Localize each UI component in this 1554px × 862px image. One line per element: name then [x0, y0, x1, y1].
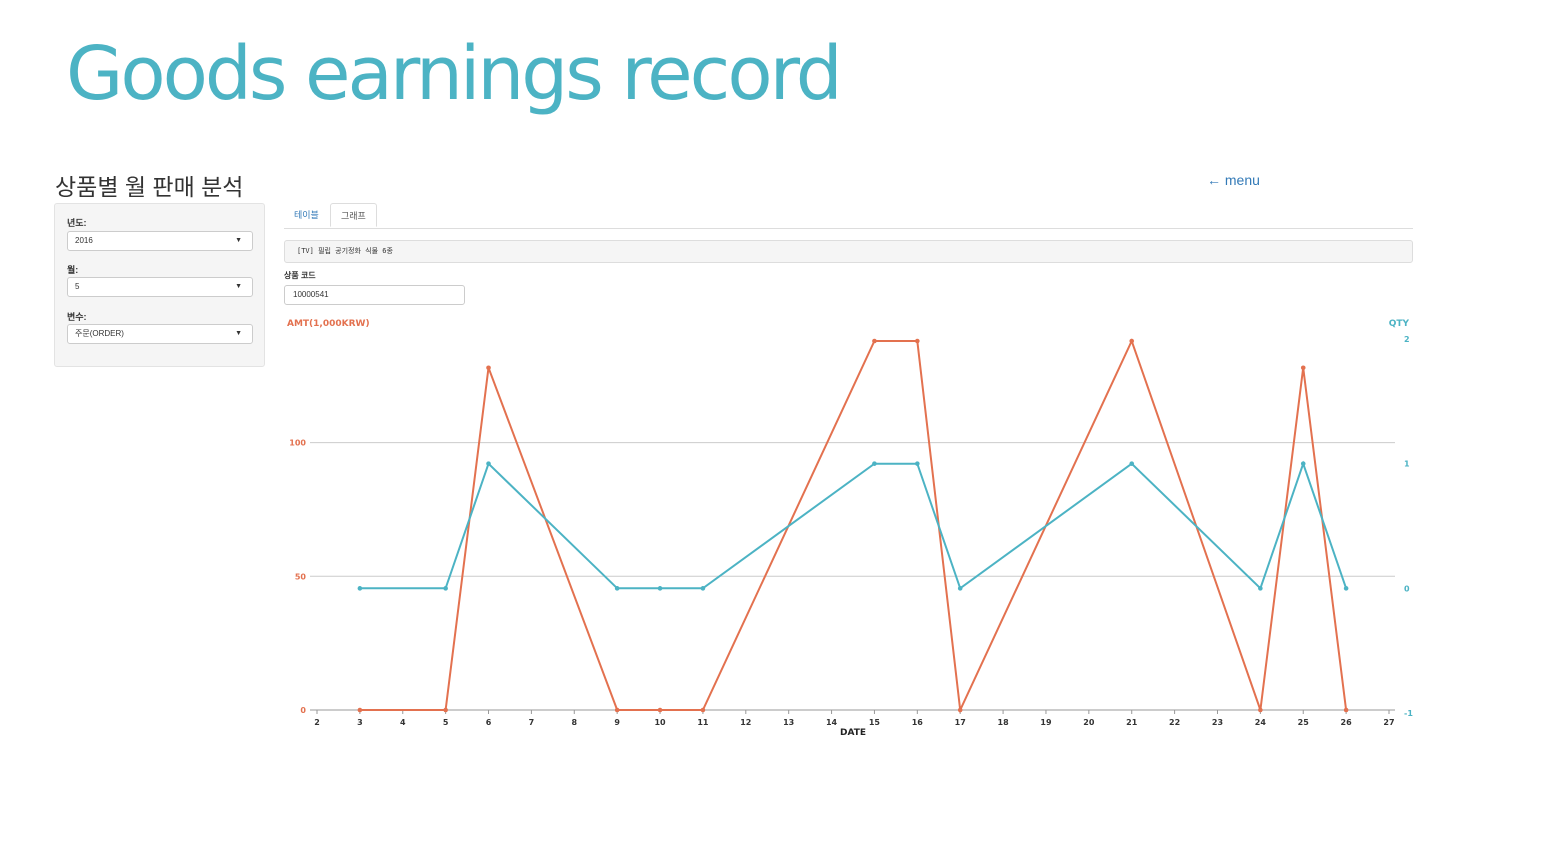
amt-series-line [359, 338, 1348, 714]
menu-link[interactable]: ← menu [1207, 172, 1260, 188]
qty-point [957, 586, 963, 591]
x-tick-label: 11 [697, 718, 709, 727]
tab-table[interactable]: 테이블 [284, 203, 329, 227]
year-label: 년도: [67, 218, 87, 228]
amt-point [357, 707, 363, 713]
x-tick-label: 6 [486, 718, 492, 727]
x-tick-label: 27 [1383, 718, 1394, 727]
y-right-tick-label: 0 [1404, 584, 1410, 593]
x-tick-label: 3 [357, 718, 363, 727]
qty-point [700, 586, 706, 591]
slide-title: Goods earnings record [66, 31, 843, 117]
x-tick-label: 22 [1169, 718, 1180, 727]
y-left-tick-label: 0 [300, 706, 306, 715]
tab-bar: 테이블 그래프 [284, 203, 1413, 229]
product-code-label: 상품 코드 [284, 271, 316, 280]
amt-point [614, 707, 620, 713]
y-left-axis-title: AMT(1,000KRW) [287, 319, 370, 329]
x-tick-label: 21 [1126, 718, 1138, 727]
variable-select[interactable]: 주문(ORDER) ▼ [67, 324, 253, 344]
x-tick-label: 10 [654, 718, 666, 727]
sidebar-panel: 년도: 2016 ▼ 월: 5 ▼ 변수: 주문(ORDER) ▼ [54, 203, 265, 367]
amt-point [1258, 707, 1263, 713]
x-tick-label: 12 [740, 718, 751, 727]
qty-point [1300, 461, 1306, 466]
amt-point [957, 707, 963, 713]
x-tick-label: 15 [869, 718, 881, 727]
qty-point [486, 461, 491, 466]
month-label: 월: [67, 265, 79, 275]
x-tick-label: 24 [1255, 718, 1267, 727]
x-tick-label: 19 [1040, 718, 1052, 727]
amt-point [872, 338, 877, 344]
x-tick-label: 26 [1341, 718, 1353, 727]
variable-select-value: 주문(ORDER) [75, 329, 124, 338]
y-left-tick-label: 50 [295, 572, 307, 581]
qty-point [1343, 586, 1349, 591]
y-right-tick-label: -1 [1404, 709, 1413, 718]
amt-point [1300, 365, 1306, 371]
qty-point [1258, 586, 1263, 591]
y-right-tick-label: 1 [1404, 460, 1410, 469]
y-right-tick-label: 2 [1404, 335, 1410, 344]
amt-point [1129, 338, 1135, 344]
x-tick-label: 14 [826, 718, 838, 727]
x-tick-label: 2 [314, 718, 320, 727]
y-right-axis-title: QTY [1389, 319, 1410, 329]
qty-point [915, 461, 920, 466]
product-code-input[interactable]: 10000541 [284, 285, 465, 305]
x-tick-label: 18 [998, 718, 1010, 727]
x-tick-label: 13 [783, 718, 794, 727]
tab-graph[interactable]: 그래프 [330, 203, 377, 227]
caret-down-icon: ▼ [235, 330, 242, 337]
qty-point [872, 461, 877, 466]
product-name-display: [TV] 필립 공기정화 식물 6종 [284, 240, 1413, 263]
qty-point [357, 586, 363, 591]
qty-series-line [359, 460, 1348, 591]
x-tick-label: 23 [1212, 718, 1223, 727]
x-tick-label: 17 [955, 718, 966, 727]
amt-point [700, 707, 706, 713]
year-select[interactable]: 2016 ▼ [67, 231, 253, 251]
month-select[interactable]: 5 ▼ [67, 277, 253, 297]
x-tick-label: 20 [1083, 718, 1095, 727]
x-tick-label: 8 [571, 718, 577, 727]
x-tick-label: 7 [529, 718, 535, 727]
x-tick-label: 4 [400, 718, 406, 727]
x-tick-label: 5 [443, 718, 449, 727]
qty-point [657, 586, 663, 591]
y-left-tick-label: 100 [289, 439, 306, 448]
year-select-value: 2016 [75, 236, 93, 245]
caret-down-icon: ▼ [235, 237, 242, 244]
amt-point [915, 338, 920, 344]
x-tick-label: 16 [912, 718, 924, 727]
amt-point [657, 707, 663, 713]
amt-point [443, 707, 448, 713]
amt-point [1343, 707, 1349, 713]
month-select-value: 5 [75, 282, 80, 291]
qty-point [614, 586, 620, 591]
sales-line-chart: 050100-10122 3 4 5 6 7 8 9 10 11 12 13 14 15 16 17 18 19 2… [287, 319, 1413, 738]
amt-point [486, 365, 491, 371]
qty-point [1129, 461, 1135, 466]
x-tick-label: 25 [1298, 718, 1310, 727]
variable-label: 변수: [67, 312, 87, 322]
app-heading: 상품별 월 판매 분석 [55, 174, 244, 200]
caret-down-icon: ▼ [235, 283, 242, 290]
qty-point [443, 586, 448, 591]
x-axis-title: DATE [840, 728, 866, 738]
x-tick-label: 9 [614, 718, 620, 727]
